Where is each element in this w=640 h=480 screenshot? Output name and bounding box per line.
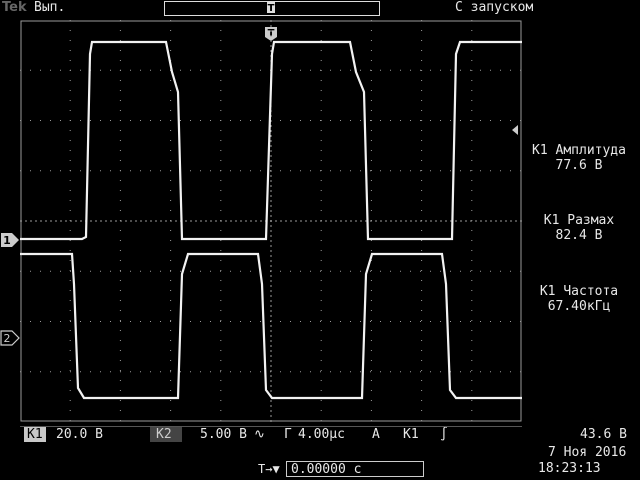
time-readout: 18:23:13 — [538, 461, 601, 476]
measurement-amplitude: К1 Амплитуда 77.6 В — [520, 143, 638, 173]
svg-text:T: T — [268, 3, 275, 14]
channel-2-marker[interactable]: 2 — [0, 330, 20, 346]
channel-1-marker[interactable]: 1 — [0, 232, 20, 248]
trigger-position-icon: T — [267, 1, 275, 14]
measurement-frequency: К1 Частота 67.40кГц — [520, 284, 638, 314]
measurement-label: К1 Размах — [543, 213, 615, 228]
measurement-label: К1 Амплитуда — [532, 143, 626, 158]
waveform-display[interactable] — [20, 20, 522, 422]
status-divider — [20, 426, 522, 444]
measurement-peak-to-peak: К1 Размах 82.4 В — [520, 213, 638, 243]
svg-text:1: 1 — [3, 234, 11, 247]
measurement-value: 82.4 В — [555, 228, 603, 243]
trigger-position-readout[interactable]: 0.00000 с — [286, 461, 424, 477]
trigger-status: С запуском — [455, 0, 534, 15]
trigger-level: 43.6 В — [580, 427, 627, 442]
svg-text:2: 2 — [4, 332, 11, 345]
tektronix-logo: Tek — [2, 0, 27, 15]
trigger-level-marker[interactable] — [510, 124, 520, 136]
measurement-label: К1 Частота — [539, 284, 619, 299]
measurement-value: 67.40кГц — [547, 299, 611, 314]
acquisition-state: Вып. — [34, 0, 66, 15]
measurement-value: 77.6 В — [555, 158, 603, 173]
date-readout: 7 Ноя 2016 — [548, 445, 627, 460]
trigger-position-icon: T→▼ — [258, 462, 280, 476]
